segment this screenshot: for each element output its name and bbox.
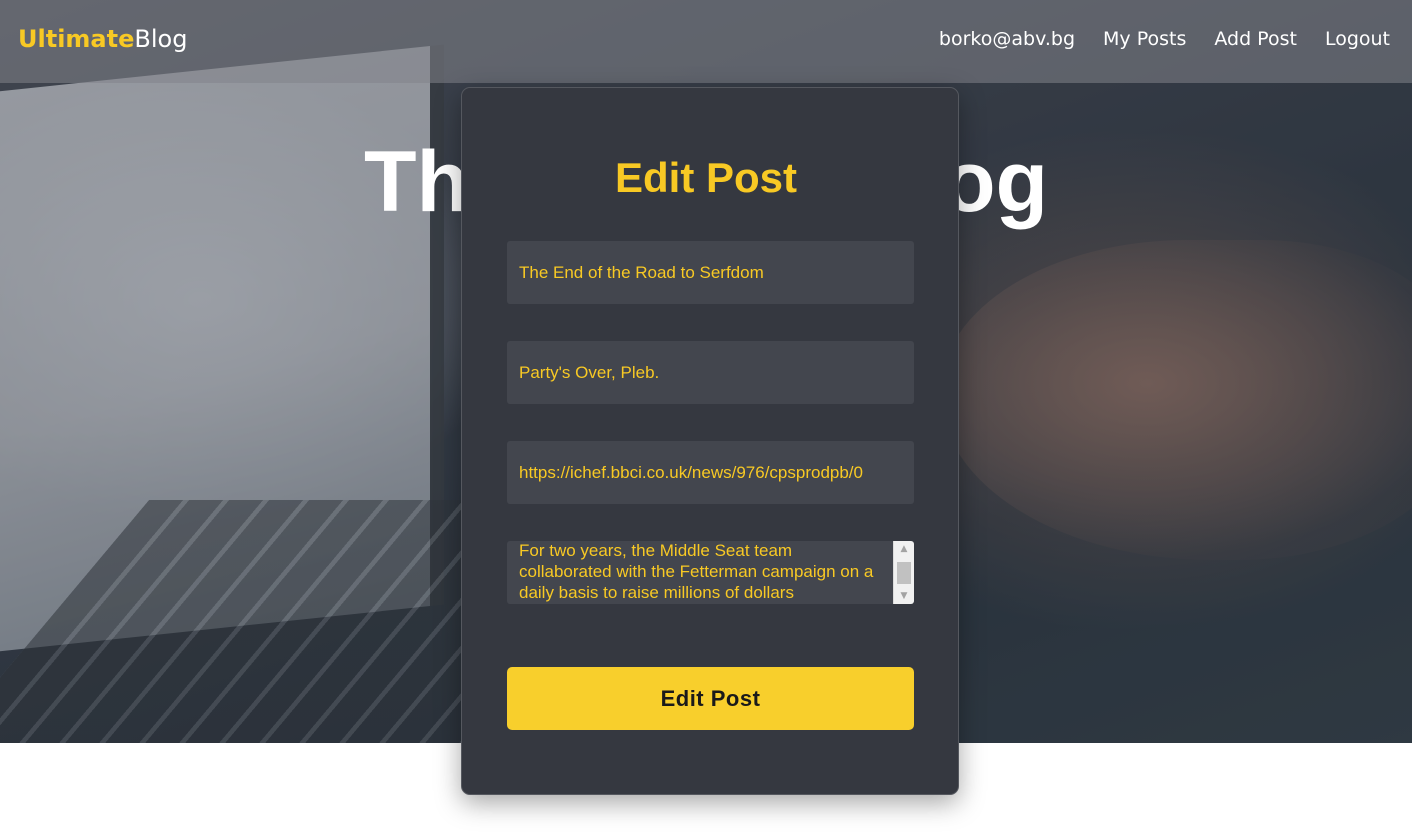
post-image-url-value: https://ichef.bbci.co.uk/news/976/cpspro…	[519, 463, 863, 482]
post-description-input[interactable]: Party's Over, Pleb.	[507, 341, 914, 404]
navbar: UltimateBlog borko@abv.bg My Posts Add P…	[0, 0, 1412, 83]
edit-post-button[interactable]: Edit Post	[507, 667, 914, 730]
post-title-value: The End of the Road to Serfdom	[519, 263, 764, 282]
post-content-textarea[interactable]: For two years, the Middle Seat team coll…	[507, 541, 914, 604]
post-image-url-input[interactable]: https://ichef.bbci.co.uk/news/976/cpspro…	[507, 441, 914, 504]
scroll-thumb[interactable]	[897, 562, 911, 584]
nav-user-email[interactable]: borko@abv.bg	[939, 26, 1075, 52]
edit-post-title: Edit Post	[614, 154, 797, 201]
nav-logout[interactable]: Logout	[1325, 26, 1390, 52]
post-title-input[interactable]: The End of the Road to Serfdom	[507, 241, 914, 304]
nav-my-posts[interactable]: My Posts	[1103, 26, 1186, 52]
post-description-value: Party's Over, Pleb.	[519, 363, 660, 382]
scroll-down-arrow-icon[interactable]: ▼	[894, 588, 914, 604]
logo-part-ultimate: Ultimate	[18, 25, 135, 53]
logo-part-blog: Blog	[134, 25, 188, 53]
logo-link[interactable]: UltimateBlog	[18, 23, 187, 55]
textarea-scrollbar[interactable]: ▲ ▼	[893, 541, 914, 604]
nav-add-post[interactable]: Add Post	[1214, 26, 1297, 52]
post-content-value: For two years, the Middle Seat team coll…	[519, 541, 874, 602]
nav-links: borko@abv.bg My Posts Add Post Logout	[939, 26, 1390, 52]
scroll-up-arrow-icon[interactable]: ▲	[894, 541, 914, 557]
